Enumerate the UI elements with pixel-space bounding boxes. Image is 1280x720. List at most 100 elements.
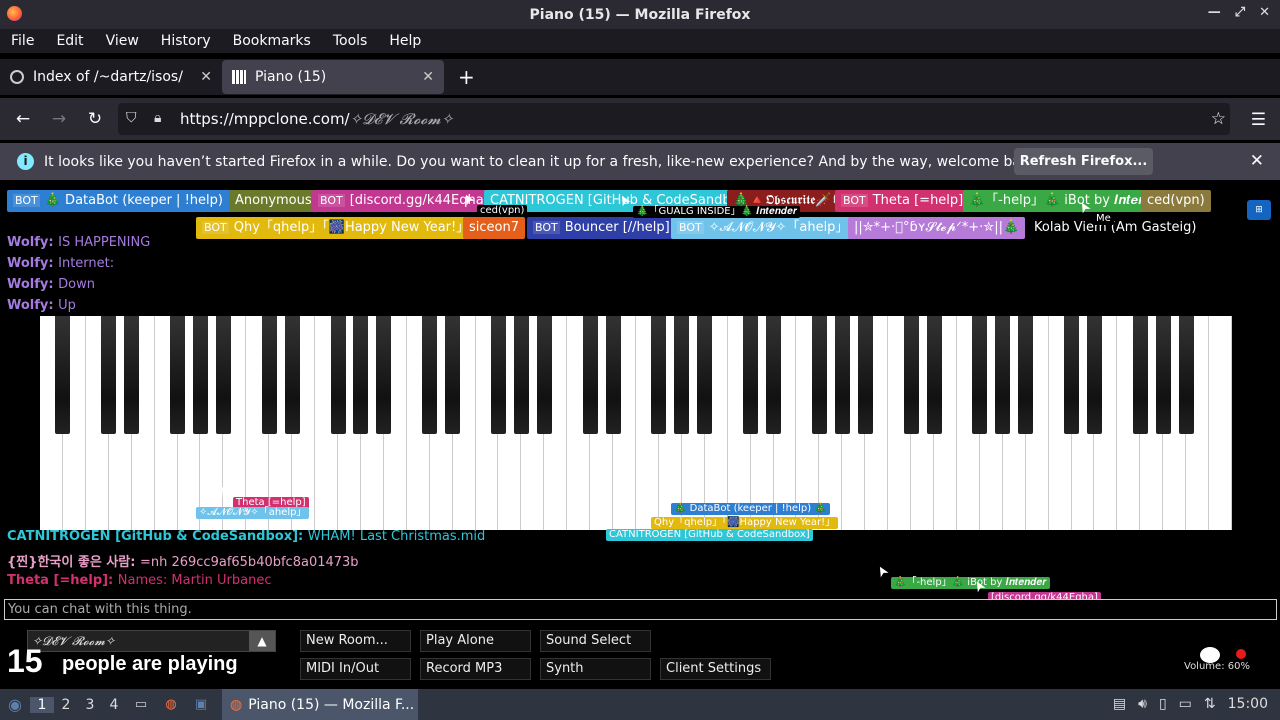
taskbar-firefox-window[interactable]: ◍ Piano (15) — Mozilla F... xyxy=(222,689,418,720)
black-key[interactable] xyxy=(903,316,919,434)
black-key[interactable] xyxy=(513,316,529,434)
chat-text: Down xyxy=(58,277,95,292)
black-key[interactable] xyxy=(1018,316,1034,434)
black-key[interactable] xyxy=(1086,316,1102,434)
user-row2-1[interactable]: siceon7 xyxy=(463,217,525,239)
bookmark-star-icon[interactable]: ☆ xyxy=(1211,109,1226,129)
menu-help[interactable]: Help xyxy=(389,33,421,49)
black-key[interactable] xyxy=(743,316,759,434)
user-row2-3[interactable]: BOT ✧𝓐𝓝𝓞𝓝𝓨✧「ahelp」 xyxy=(671,217,855,239)
menubar: File Edit View History Bookmarks Tools H… xyxy=(0,29,1280,53)
room-selector[interactable]: ✧𝓓𝓔𝓥 𝓡𝓸𝓸𝓶✧ ▲ xyxy=(27,630,276,652)
white-key[interactable] xyxy=(1209,316,1232,530)
black-key[interactable] xyxy=(124,316,140,434)
menu-bookmarks[interactable]: Bookmarks xyxy=(233,33,311,49)
synth-button[interactable]: Synth xyxy=(540,658,651,680)
taskbar-app-label: Piano (15) — Mozilla F... xyxy=(248,696,415,713)
black-key[interactable] xyxy=(1155,316,1171,434)
menu-edit[interactable]: Edit xyxy=(56,33,83,49)
updates-icon[interactable]: ▤ xyxy=(1113,696,1126,712)
shield-icon[interactable]: ⛉ xyxy=(126,110,137,126)
midi-button[interactable]: MIDI In/Out xyxy=(300,658,411,680)
workspace-3[interactable]: 3 xyxy=(78,697,102,713)
forward-icon[interactable]: → xyxy=(41,109,77,129)
black-key[interactable] xyxy=(445,316,461,434)
black-key[interactable] xyxy=(972,316,988,434)
black-key[interactable] xyxy=(330,316,346,434)
workspace-2[interactable]: 2 xyxy=(54,697,78,713)
menu-history[interactable]: History xyxy=(161,33,211,49)
close-window-icon[interactable]: ✕ xyxy=(1259,5,1270,20)
black-key[interactable] xyxy=(353,316,369,434)
black-key[interactable] xyxy=(697,316,713,434)
refresh-firefox-button[interactable]: Refresh Firefox... xyxy=(1014,148,1153,175)
url-bar[interactable]: ⛉ 🔒︎ https://mppclone.com/ ✧𝓓𝓔𝓥 𝓡𝓸𝓸𝓶✧ ☆ xyxy=(118,103,1230,135)
black-key[interactable] xyxy=(582,316,598,434)
reload-icon[interactable]: ↻ xyxy=(77,109,113,129)
workspace-4[interactable]: 4 xyxy=(102,697,126,713)
menu-hamburger-icon[interactable]: ☰ xyxy=(1251,110,1266,130)
tab-close-icon[interactable]: ✕ xyxy=(200,69,212,85)
notice-close-icon[interactable]: ✕ xyxy=(1250,151,1264,171)
lock-icon[interactable]: 🔒︎ xyxy=(154,110,161,126)
sidebar-toggle-icon[interactable]: ⊞ xyxy=(1247,200,1271,220)
tab-isos[interactable]: Index of /~dartz/isos/ ✕ xyxy=(0,60,222,94)
user-row1-5[interactable]: BOT Theta [=help] xyxy=(835,190,970,212)
black-key[interactable] xyxy=(811,316,827,434)
menu-tools[interactable]: Tools xyxy=(333,33,368,49)
black-key[interactable] xyxy=(1178,316,1194,434)
black-key[interactable] xyxy=(651,316,667,434)
black-key[interactable] xyxy=(284,316,300,434)
black-key[interactable] xyxy=(1132,316,1148,434)
black-key[interactable] xyxy=(995,316,1011,434)
black-key[interactable] xyxy=(1064,316,1080,434)
chevron-up-icon[interactable]: ▲ xyxy=(249,631,275,651)
tab-close-icon[interactable]: ✕ xyxy=(422,69,434,85)
start-menu-icon[interactable]: ◉ xyxy=(0,695,30,714)
record-mp3-button[interactable]: Record MP3 xyxy=(420,658,531,680)
black-key[interactable] xyxy=(857,316,873,434)
black-key[interactable] xyxy=(926,316,942,434)
client-settings-button[interactable]: Client Settings xyxy=(660,658,771,680)
minimize-icon[interactable]: — xyxy=(1208,5,1221,20)
black-key[interactable] xyxy=(674,316,690,434)
new-tab-icon[interactable]: + xyxy=(458,65,475,89)
firefox-launcher-icon[interactable]: ◍ xyxy=(156,697,186,712)
new-room-button[interactable]: New Room... xyxy=(300,630,411,652)
user-row1-7[interactable]: ced(vpn) xyxy=(1141,190,1211,212)
black-key[interactable] xyxy=(536,316,552,434)
menu-file[interactable]: File xyxy=(11,33,34,49)
black-key[interactable] xyxy=(605,316,621,434)
user-row2-0[interactable]: BOT Qhy「qhelp」「🎆Happy New Year!」 xyxy=(196,217,476,239)
menu-view[interactable]: View xyxy=(106,33,139,49)
workspace-1[interactable]: 1 xyxy=(30,696,54,713)
black-key[interactable] xyxy=(766,316,782,434)
black-key[interactable] xyxy=(192,316,208,434)
black-key[interactable] xyxy=(261,316,277,434)
display-icon[interactable]: ▭ xyxy=(1179,696,1192,712)
network-icon[interactable]: ⇅ xyxy=(1204,696,1216,712)
tab-piano[interactable]: Piano (15) ✕ xyxy=(222,60,444,94)
volume-icon[interactable]: 🔊︎ xyxy=(1138,696,1147,712)
file-manager-icon[interactable]: ▭ xyxy=(126,697,156,712)
black-key[interactable] xyxy=(170,316,186,434)
user-row1-0[interactable]: BOT 🎄 DataBot (keeper | !help) 🎄 xyxy=(7,190,250,212)
chat-input[interactable]: You can chat with this thing. xyxy=(4,599,1277,620)
black-key[interactable] xyxy=(490,316,506,434)
clipboard-icon[interactable]: ▯ xyxy=(1159,696,1167,712)
black-key[interactable] xyxy=(422,316,438,434)
user-row2-4[interactable]: ||✮*+‧ﾟ°ɓʏ𝓢𝓽𝓮𝓹ᐟ*+‧✮||🎄 xyxy=(848,217,1026,239)
black-key[interactable] xyxy=(376,316,392,434)
black-key[interactable] xyxy=(101,316,117,434)
play-alone-button[interactable]: Play Alone xyxy=(420,630,531,652)
back-icon[interactable]: ← xyxy=(5,109,41,129)
black-key[interactable] xyxy=(834,316,850,434)
maximize-icon[interactable]: ⤢ xyxy=(1235,5,1245,20)
black-key[interactable] xyxy=(55,316,71,434)
sound-select-button[interactable]: Sound Select xyxy=(540,630,651,652)
terminal-icon[interactable]: ▣ xyxy=(186,697,216,712)
user-row2-5[interactable]: Kolab Viem (Am Gasteig) xyxy=(1028,217,1203,239)
black-key[interactable] xyxy=(215,316,231,434)
user-row1-1[interactable]: Anonymous xyxy=(229,190,318,212)
user-row2-2[interactable]: BOT Bouncer [//help] xyxy=(527,217,676,239)
